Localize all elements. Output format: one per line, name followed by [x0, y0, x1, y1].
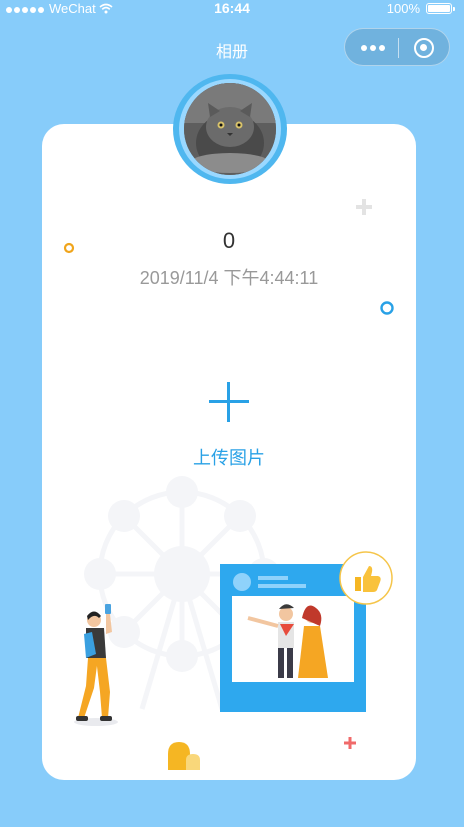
ring-deco-icon: [380, 301, 394, 315]
plus-deco-icon: [344, 737, 356, 749]
capsule-target-icon[interactable]: [414, 38, 434, 58]
person-with-phone-illustration: [74, 604, 118, 726]
cat-photo-icon: [184, 83, 276, 175]
avatar-border: [179, 79, 281, 179]
more-dots-icon[interactable]: [361, 45, 385, 51]
avatar[interactable]: [173, 74, 287, 184]
plus-icon: [227, 382, 230, 422]
album-card: 0 2019/11/4 下午4:44:11 上传图片: [42, 124, 416, 780]
arch-deco-icon: [168, 742, 200, 770]
battery-percent: 100%: [386, 0, 420, 16]
plus-deco-icon: [356, 199, 372, 215]
upload-label: 上传图片: [193, 448, 265, 468]
status-bar: WeChat 16:44 100%: [0, 0, 464, 16]
photo-count: 0: [222, 228, 236, 253]
thumbs-up-icon: [339, 551, 393, 605]
battery-icon: [426, 2, 455, 14]
mini-program-capsule: [344, 28, 450, 66]
upload-image-button[interactable]: 上传图片: [188, 374, 270, 474]
upload-datetime: 2019/11/4 下午4:44:11: [139, 268, 319, 288]
avatar-photo: [184, 83, 276, 175]
capsule-divider: [398, 38, 399, 58]
status-right: 100%: [386, 0, 455, 16]
